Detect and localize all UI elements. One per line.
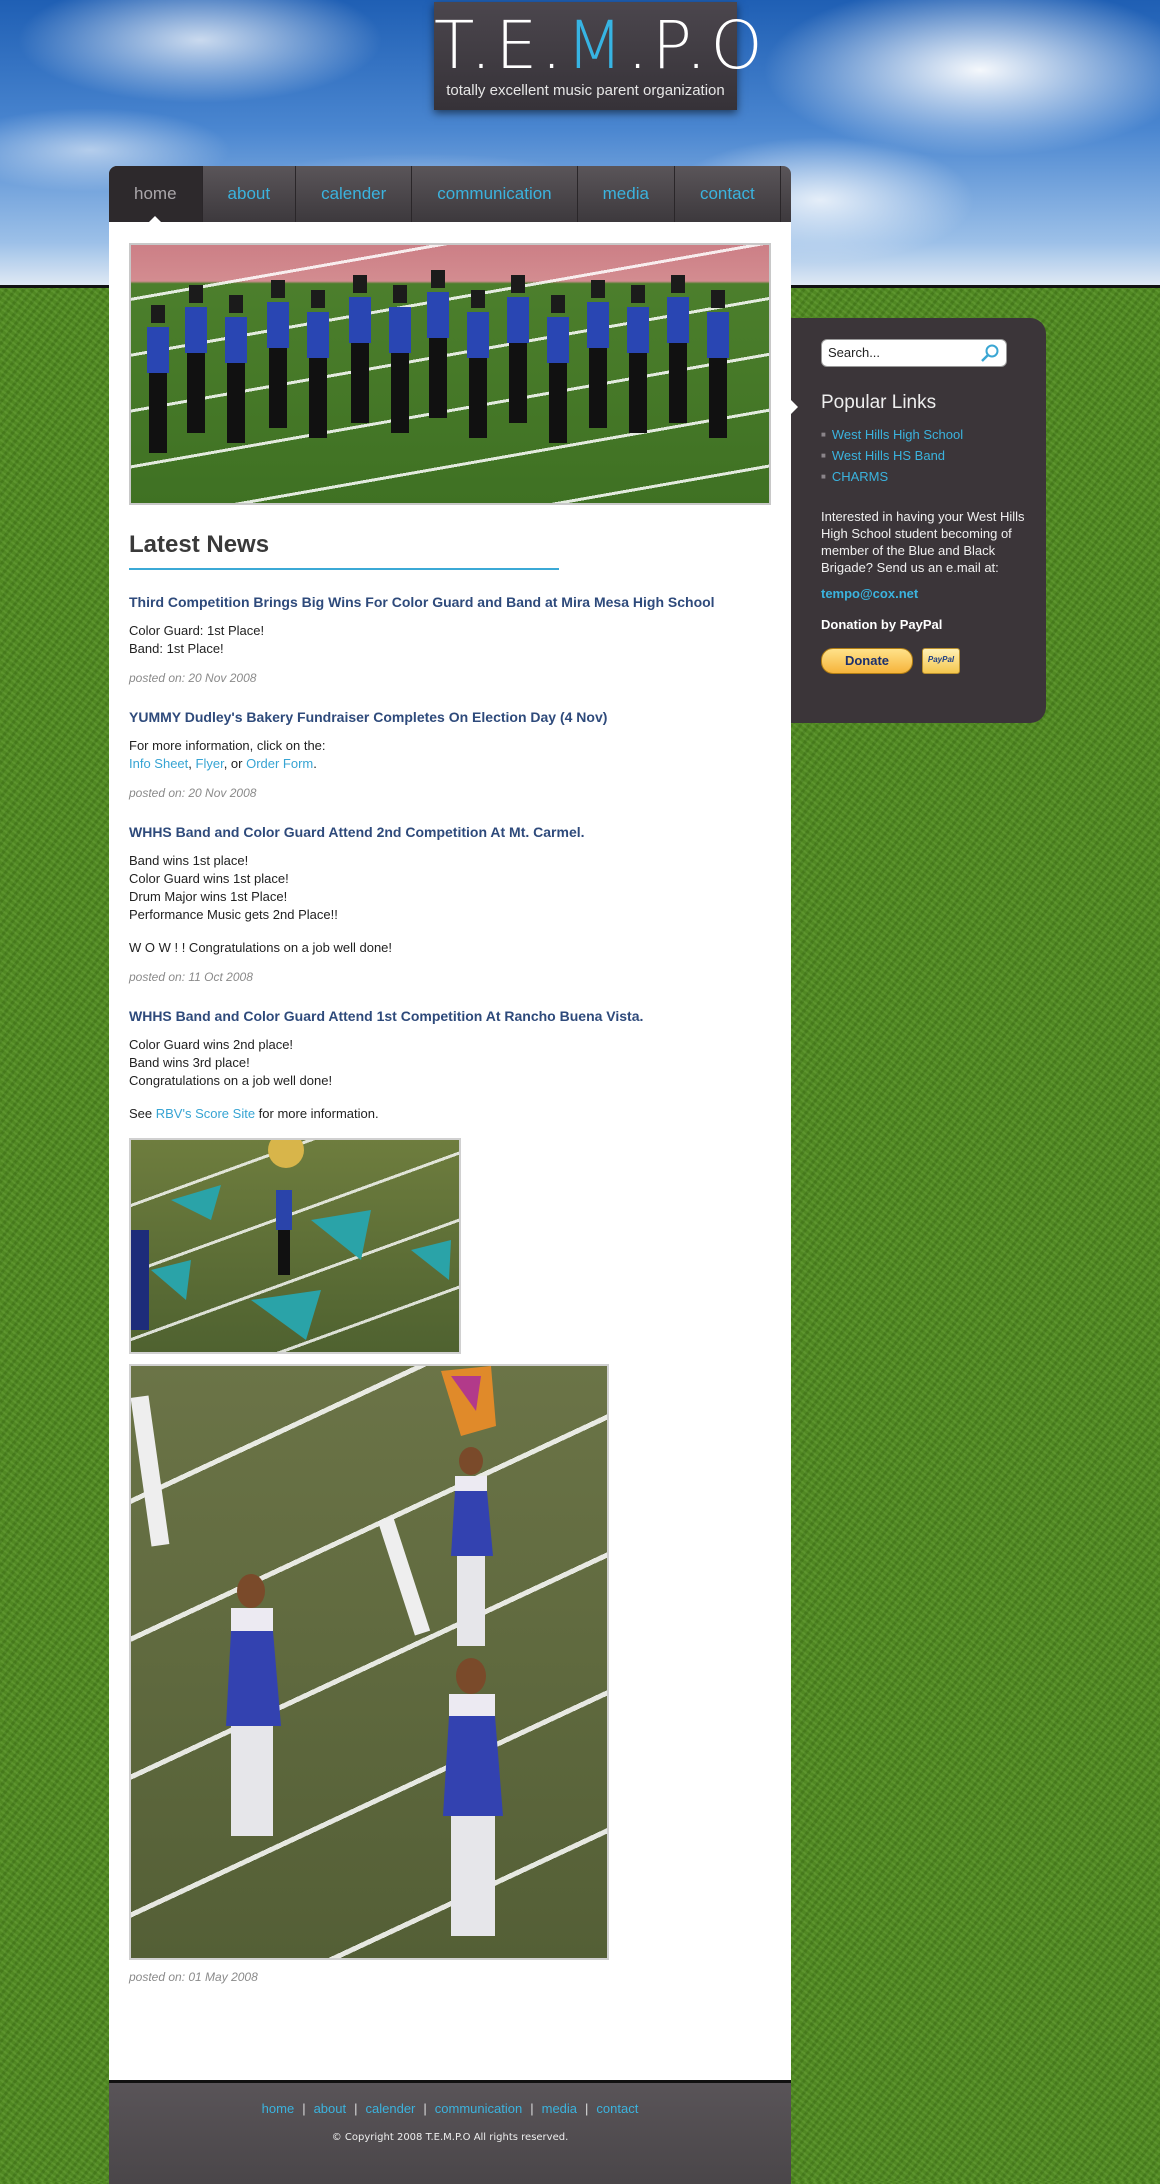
link-separator: , or <box>223 756 247 771</box>
post-title[interactable]: WHHS Band and Color Guard Attend 2nd Com… <box>129 824 771 840</box>
news-post: WHHS Band and Color Guard Attend 2nd Com… <box>129 824 771 984</box>
post-line: Band wins 3rd place! <box>129 1055 250 1070</box>
copyright-text: © Copyright 2008 T.E.M.P.O All rights re… <box>331 2132 569 2143</box>
content-column: Latest News Third Competition Brings Big… <box>129 243 771 1984</box>
footer-separator: | <box>423 2101 427 2116</box>
marching-band-illustration <box>147 270 729 453</box>
paypal-badge: PayPal <box>922 648 960 674</box>
color-guard-flags-illustration <box>131 1140 451 1340</box>
color-guard-photo-2 <box>129 1364 609 1960</box>
post-line: Color Guard: 1st Place! <box>129 623 265 638</box>
footer-link-communication[interactable]: communication <box>435 2101 522 2116</box>
post-body: Color Guard: 1st Place! Band: 1st Place! <box>129 622 771 658</box>
footer-link-home[interactable]: home <box>262 2101 295 2116</box>
footer-link-calender[interactable]: calender <box>366 2101 416 2116</box>
order-form-link[interactable]: Order Form <box>246 756 313 771</box>
post-line: Congratulations on a job well done! <box>129 1073 333 1088</box>
sidebar: Search... Popular Links West Hills High … <box>791 318 1046 723</box>
post-date: posted on: 01 May 2008 <box>129 1970 258 1984</box>
post-line: Band wins 1st place! <box>129 853 249 868</box>
contact-email-link[interactable]: tempo@cox.net <box>821 586 918 601</box>
color-guard-photo-1 <box>129 1138 461 1354</box>
sentence-end: . <box>313 756 317 771</box>
sidebar-blurb: Interested in having your West Hills Hig… <box>821 509 1025 575</box>
post-title[interactable]: WHHS Band and Color Guard Attend 1st Com… <box>129 1008 771 1024</box>
footer-nav: home | about | calender | communication | media |… <box>109 2101 791 2116</box>
post-body: For more information, click on the: Info … <box>129 737 771 773</box>
post-date: posted on: 11 Oct 2008 <box>129 970 253 984</box>
see-suffix: for more information. <box>255 1106 379 1121</box>
search-input[interactable]: Search... <box>821 339 1007 367</box>
footer-separator: | <box>354 2101 358 2116</box>
nav-calender[interactable]: calender <box>296 166 413 222</box>
post-title[interactable]: YUMMY Dudley's Bakery Fundraiser Complet… <box>129 709 771 725</box>
nav-communication[interactable]: communication <box>412 166 578 222</box>
post-body: Color Guard wins 2nd place! Band wins 3rd… <box>129 1036 771 1123</box>
news-post: Third Competition Brings Big Wins For Co… <box>129 594 771 685</box>
footer-separator: | <box>585 2101 589 2116</box>
post-line: Color Guard wins 2nd place! <box>129 1037 294 1052</box>
nav-contact[interactable]: contact <box>675 166 781 222</box>
footer-separator: | <box>530 2101 534 2116</box>
donate-button[interactable]: Donate <box>821 648 913 674</box>
popular-links-heading: Popular Links <box>821 392 937 413</box>
footer-link-about[interactable]: about <box>314 2101 347 2116</box>
post-date: posted on: 20 Nov 2008 <box>129 786 257 800</box>
post-title[interactable]: Third Competition Brings Big Wins For Co… <box>129 594 771 610</box>
main-content-panel: Latest News Third Competition Brings Big… <box>109 222 791 2136</box>
site-logo[interactable]: T.E.M.P.O totally excellent music parent… <box>434 2 767 110</box>
see-prefix: See <box>129 1106 156 1121</box>
news-post: YUMMY Dudley's Bakery Fundraiser Complet… <box>129 709 771 800</box>
donation-label: Donation by PayPal <box>821 617 943 632</box>
footer-separator: | <box>302 2101 306 2116</box>
nav-about[interactable]: about <box>203 166 297 222</box>
popular-link-west-hills-hs-band[interactable]: West Hills HS Band <box>821 445 963 466</box>
post-line: W O W ! ! Congratulations on a job well … <box>129 940 393 955</box>
flyer-link[interactable]: Flyer <box>196 756 224 771</box>
post-line: Performance Music gets 2nd Place!! <box>129 907 338 922</box>
main-nav: home about calender communication media … <box>109 166 791 223</box>
latest-news-heading: Latest News <box>129 531 559 570</box>
popular-links-list: West Hills High School West Hills HS Ban… <box>821 424 963 487</box>
post-line: Drum Major wins 1st Place! <box>129 889 288 904</box>
post-body: Band wins 1st place! Color Guard wins 1st… <box>129 852 771 957</box>
search-placeholder: Search... <box>828 345 881 360</box>
rbv-score-site-link[interactable]: RBV's Score Site <box>156 1106 255 1121</box>
footer: home | about | calender | communication | media |… <box>109 2080 791 2184</box>
logo-tagline: totally excellent music parent organizat… <box>446 82 725 99</box>
post-date: posted on: 20 Nov 2008 <box>129 671 257 685</box>
logo-title: T.E.M.P.O <box>434 7 767 84</box>
search-icon[interactable] <box>980 343 1000 363</box>
post-line: Band: 1st Place! <box>129 641 224 656</box>
marching-band-banner-image <box>129 243 771 505</box>
popular-link-charms[interactable]: CHARMS <box>821 466 963 487</box>
link-separator: , <box>188 756 196 771</box>
content-wrapper: home about calender communication media … <box>109 166 791 2136</box>
nav-media[interactable]: media <box>578 166 675 222</box>
popular-link-west-hills-high-school[interactable]: West Hills High School <box>821 424 963 445</box>
footer-link-contact[interactable]: contact <box>596 2101 638 2116</box>
nav-home[interactable]: home <box>109 166 203 223</box>
footer-link-media[interactable]: media <box>542 2101 577 2116</box>
post-line: Color Guard wins 1st place! <box>129 871 289 886</box>
post-line: For more information, click on the: <box>129 738 326 753</box>
news-post: WHHS Band and Color Guard Attend 1st Com… <box>129 1008 771 1984</box>
info-sheet-link[interactable]: Info Sheet <box>129 756 188 771</box>
color-guard-performers-illustration <box>131 1366 503 1936</box>
